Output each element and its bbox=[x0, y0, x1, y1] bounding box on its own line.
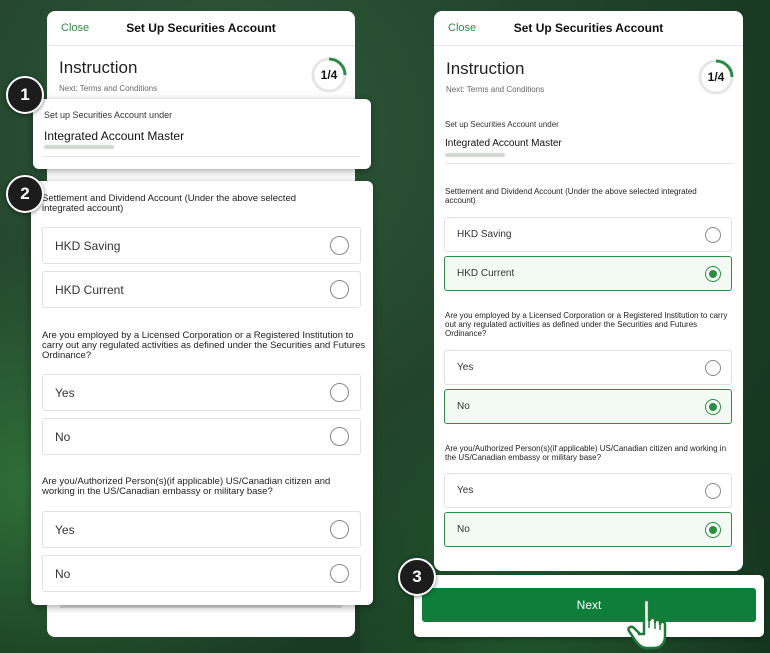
radio-selected[interactable] bbox=[705, 265, 721, 282]
radio-unselected[interactable] bbox=[705, 226, 721, 243]
option-employed-yes[interactable]: Yes bbox=[42, 374, 361, 411]
option-label: Yes bbox=[457, 362, 474, 373]
instruction-title: Instruction bbox=[446, 59, 525, 78]
option-employed-no[interactable]: No bbox=[444, 389, 732, 424]
radio-unselected[interactable] bbox=[330, 279, 349, 299]
progress-label: 1/4 bbox=[707, 70, 725, 84]
option-hkd-current[interactable]: HKD Current bbox=[42, 271, 361, 308]
pointing-hand-icon bbox=[627, 598, 667, 650]
top-bar: Close Set Up Securities Account bbox=[47, 11, 355, 46]
progress-indicator: 1/4 bbox=[698, 59, 734, 95]
step-badge-2: 2 bbox=[6, 175, 44, 213]
option-employed-no[interactable]: No bbox=[42, 418, 361, 455]
us-citizen-question: Are you/Authorized Person(s)(if applicab… bbox=[42, 476, 331, 497]
option-us-no[interactable]: No bbox=[444, 512, 732, 547]
instruction-title: Instruction bbox=[59, 58, 138, 77]
progress-indicator: 1/4 bbox=[311, 57, 347, 93]
option-label: No bbox=[55, 566, 71, 581]
screen-title: Set Up Securities Account bbox=[513, 21, 664, 35]
employment-question: Are you employed by a Licensed Corporati… bbox=[42, 330, 366, 361]
masked-account-number bbox=[445, 153, 505, 157]
radio-unselected[interactable] bbox=[330, 519, 349, 539]
instruction-next-step: Next: Terms and Conditions bbox=[59, 84, 158, 93]
next-button[interactable]: Next bbox=[422, 588, 756, 622]
radio-selected[interactable] bbox=[705, 398, 721, 415]
option-us-yes[interactable]: Yes bbox=[444, 473, 732, 508]
account-name: Integrated Account Master bbox=[44, 129, 185, 143]
option-label: HKD Saving bbox=[457, 229, 512, 240]
right-phone-screen: Close Set Up Securities Account Instruct… bbox=[434, 11, 743, 571]
option-label: HKD Current bbox=[55, 282, 124, 297]
option-us-no[interactable]: No bbox=[42, 555, 361, 592]
settlement-question: Settlement and Dividend Account (Under t… bbox=[42, 193, 297, 214]
radio-unselected[interactable] bbox=[330, 382, 349, 402]
option-label: No bbox=[55, 429, 71, 444]
settlement-question: Settlement and Dividend Account (Under t… bbox=[445, 187, 697, 205]
radio-unselected[interactable] bbox=[330, 235, 349, 255]
zoomed-questions-card: Settlement and Dividend Account (Under t… bbox=[31, 181, 373, 605]
progress-label: 1/4 bbox=[320, 68, 338, 82]
option-label: Yes bbox=[55, 522, 75, 537]
account-under-label: Set up Securities Account under bbox=[44, 110, 173, 120]
step-badge-3: 3 bbox=[398, 558, 436, 596]
option-employed-yes[interactable]: Yes bbox=[444, 350, 732, 385]
option-label: HKD Current bbox=[457, 268, 515, 279]
divider bbox=[445, 163, 733, 164]
option-hkd-current[interactable]: HKD Current bbox=[444, 256, 732, 291]
radio-selected[interactable] bbox=[705, 521, 721, 538]
radio-unselected[interactable] bbox=[705, 482, 721, 499]
next-button-panel: Next bbox=[414, 575, 764, 637]
employment-question: Are you employed by a Licensed Corporati… bbox=[445, 311, 728, 338]
radio-unselected[interactable] bbox=[330, 426, 349, 446]
instruction-next-step: Next: Terms and Conditions bbox=[446, 85, 545, 94]
option-us-yes[interactable]: Yes bbox=[42, 511, 361, 548]
card-shadow-strip bbox=[60, 605, 342, 608]
masked-account-number bbox=[44, 145, 114, 149]
option-label: No bbox=[457, 401, 470, 412]
account-under-label: Set up Securities Account under bbox=[445, 120, 559, 129]
option-label: HKD Saving bbox=[55, 238, 121, 253]
radio-unselected[interactable] bbox=[705, 359, 721, 376]
screen-title: Set Up Securities Account bbox=[126, 21, 276, 35]
divider bbox=[44, 156, 360, 157]
option-label: No bbox=[457, 524, 470, 535]
zoomed-account-card: Set up Securities Account under Integrat… bbox=[33, 99, 371, 169]
option-label: Yes bbox=[55, 385, 75, 400]
option-hkd-saving[interactable]: HKD Saving bbox=[444, 217, 732, 252]
radio-unselected[interactable] bbox=[330, 563, 349, 583]
option-label: Yes bbox=[457, 485, 474, 496]
us-citizen-question: Are you/Authorized Person(s)(if applicab… bbox=[445, 444, 727, 462]
account-name: Integrated Account Master bbox=[445, 138, 562, 149]
top-bar: Close Set Up Securities Account bbox=[434, 11, 743, 46]
option-hkd-saving[interactable]: HKD Saving bbox=[42, 227, 361, 264]
step-badge-1: 1 bbox=[6, 76, 44, 114]
